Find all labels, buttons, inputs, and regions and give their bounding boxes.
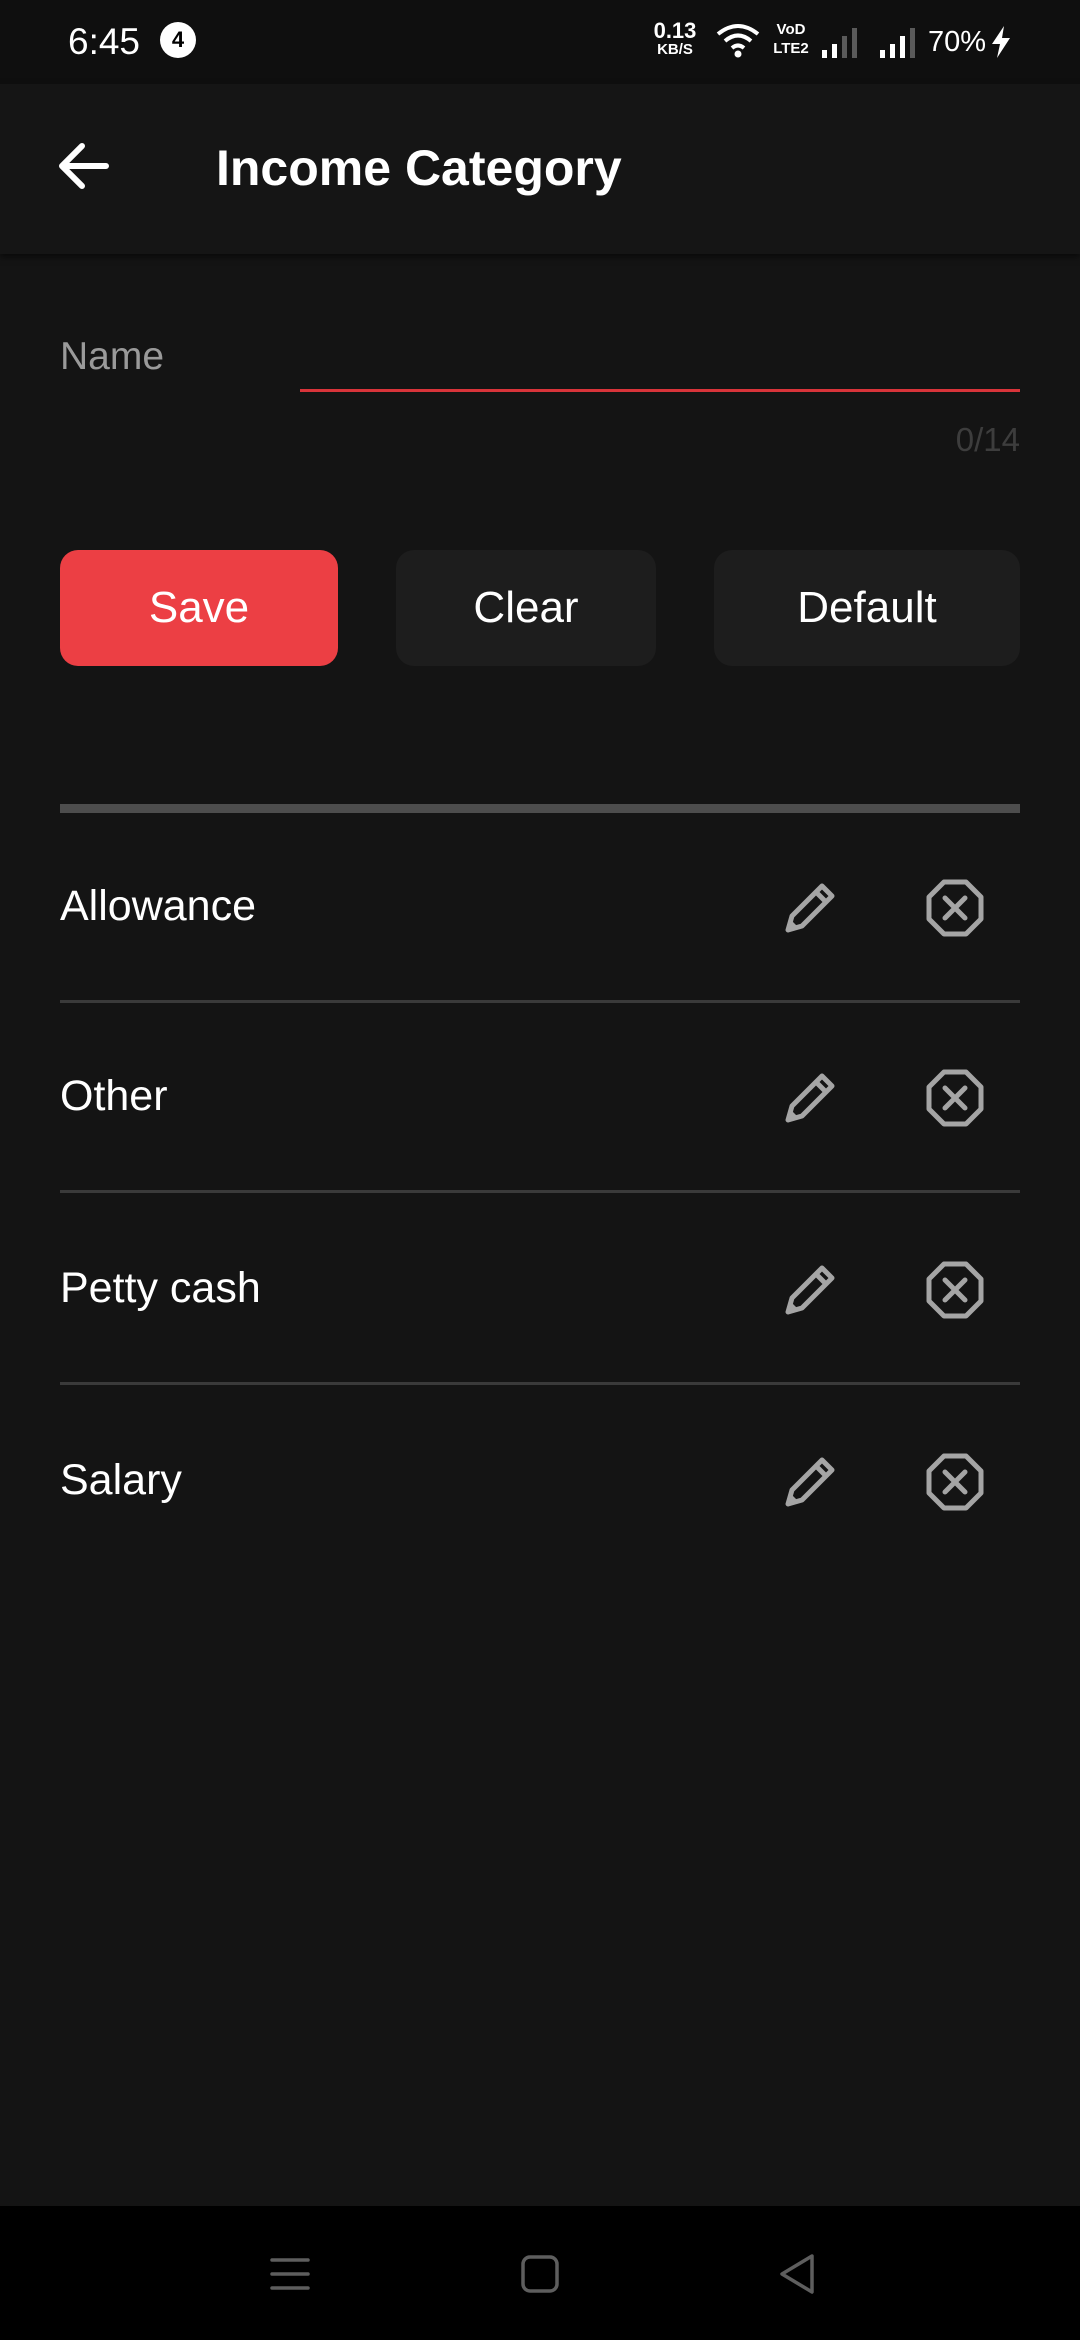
close-octagon-icon xyxy=(926,1261,984,1319)
pencil-icon xyxy=(785,1073,835,1123)
list-divider xyxy=(60,804,1020,813)
status-time: 6:45 xyxy=(68,21,141,62)
list-item: Other xyxy=(60,1003,1020,1193)
page-title: Income Category xyxy=(216,140,622,196)
pencil-icon xyxy=(785,883,835,933)
nav-home-button[interactable] xyxy=(500,2234,580,2314)
wifi-icon xyxy=(716,22,760,63)
delete-button[interactable] xyxy=(915,868,995,948)
volte-top-text: VoD xyxy=(776,21,806,38)
list-item: Salary xyxy=(60,1387,1020,1577)
clear-button[interactable]: Clear xyxy=(396,550,656,666)
back-button[interactable] xyxy=(44,126,124,206)
volte-indicator: VoD LTE2 xyxy=(772,20,810,58)
char-counter: 0/14 xyxy=(955,421,1020,458)
list-item: Allowance xyxy=(60,813,1020,1003)
name-input[interactable] xyxy=(300,320,1020,392)
pencil-icon xyxy=(785,1457,835,1507)
signal-icon xyxy=(880,26,920,63)
delete-button[interactable] xyxy=(915,1442,995,1522)
delete-button[interactable] xyxy=(915,1058,995,1138)
status-bar: 6:45 4 0.13 KB/S VoD LTE2 70% xyxy=(0,0,1080,84)
battery-percentage: 70% xyxy=(928,26,987,58)
bolt-icon xyxy=(990,26,1012,63)
network-speed: 0.13 KB/S xyxy=(650,20,700,58)
nav-menu-button[interactable] xyxy=(250,2234,330,2314)
delete-button[interactable] xyxy=(915,1250,995,1330)
close-octagon-icon xyxy=(926,879,984,937)
volte-bottom-text: LTE2 xyxy=(773,40,809,57)
network-speed-unit: KB/S xyxy=(657,41,693,58)
close-octagon-icon xyxy=(926,1453,984,1511)
category-label: Other xyxy=(60,1072,168,1120)
edit-button[interactable] xyxy=(770,1058,850,1138)
pencil-icon xyxy=(785,1265,835,1315)
notification-count-badge: 4 xyxy=(160,22,196,58)
category-label: Allowance xyxy=(60,882,256,930)
app-bar: Income Category xyxy=(0,84,1080,254)
name-label: Name xyxy=(60,335,165,378)
nav-back-button[interactable] xyxy=(758,2234,838,2314)
menu-icon xyxy=(270,2258,310,2290)
close-octagon-icon xyxy=(926,1069,984,1127)
category-label: Petty cash xyxy=(60,1264,261,1312)
navigation-bar xyxy=(0,2206,1080,2340)
save-button[interactable]: Save xyxy=(60,550,338,666)
list-divider xyxy=(60,1382,1020,1385)
list-item: Petty cash xyxy=(60,1195,1020,1385)
edit-button[interactable] xyxy=(770,1442,850,1522)
edit-button[interactable] xyxy=(770,1250,850,1330)
back-triangle-icon xyxy=(780,2254,814,2294)
edit-button[interactable] xyxy=(770,868,850,948)
signal-icon xyxy=(822,26,862,63)
home-icon xyxy=(521,2255,559,2293)
network-speed-value: 0.13 xyxy=(653,18,697,43)
arrow-left-icon xyxy=(59,143,109,189)
list-divider xyxy=(60,1190,1020,1193)
default-button[interactable]: Default xyxy=(714,550,1020,666)
category-label: Salary xyxy=(60,1456,182,1504)
